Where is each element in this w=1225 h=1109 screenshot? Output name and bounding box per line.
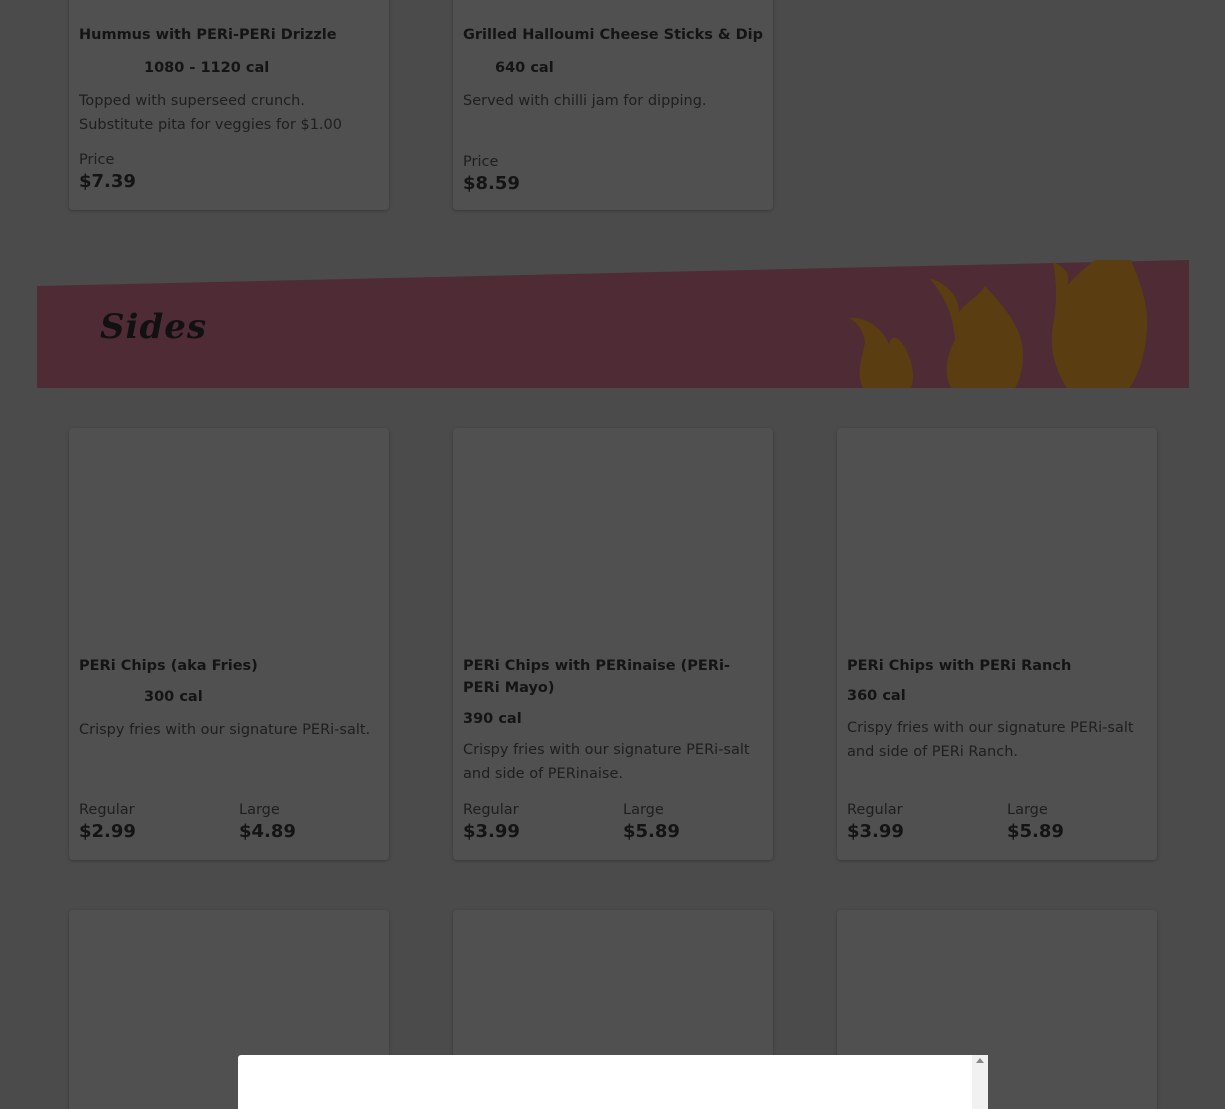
menu-card-halloumi[interactable]: Grilled Halloumi Cheese Sticks & Dip 640… [453,0,773,210]
menu-card-peri-chips-perinaise[interactable]: PERi Chips with PERinaise (PERi-PERi May… [453,428,773,860]
large-price-label: Large [239,802,280,818]
price-value: $8.59 [463,173,520,194]
large-price-label: Large [623,802,664,818]
regular-price-value: $3.99 [463,821,520,842]
large-price-value: $5.89 [623,821,680,842]
item-description: Crispy fries with our signature PERi-sal… [79,722,371,738]
item-description: Crispy fries with our signature PERi-sal… [463,742,750,782]
item-calories: 300 cal [144,689,203,705]
item-name: PERi Chips (aka Fries) [79,658,258,674]
regular-price-label: Regular [79,802,135,818]
price-value: $7.39 [79,171,136,192]
large-price-label: Large [1007,802,1048,818]
modal-scrollbar[interactable] [972,1055,988,1109]
menu-card-peri-chips-ranch[interactable]: PERi Chips with PERi Ranch 360 cal Crisp… [837,428,1157,860]
item-name: Grilled Halloumi Cheese Sticks & Dip [463,27,763,43]
item-description: Crispy fries with our signature PERi-sal… [847,720,1134,760]
item-name: Hummus with PERi-PERi Drizzle [79,27,337,43]
item-calories: 360 cal [847,688,906,704]
large-price-value: $5.89 [1007,821,1064,842]
item-calories: 640 cal [495,60,554,76]
price-label: Price [79,152,115,168]
sides-section-banner [37,260,1189,388]
regular-price-value: $2.99 [79,821,136,842]
menu-card-peri-chips[interactable]: PERi Chips (aka Fries) 300 cal Crispy fr… [69,428,389,860]
scroll-up-arrow-icon[interactable] [976,1058,984,1063]
price-label: Price [463,154,499,170]
item-calories: 390 cal [463,711,522,727]
large-price-value: $4.89 [239,821,296,842]
item-calories: 1080 - 1120 cal [144,60,270,76]
item-name: PERi Chips with PERinaise (PERi-PERi May… [463,658,730,696]
regular-price-label: Regular [463,802,519,818]
banner-background [37,260,1189,388]
menu-card-hummus[interactable]: Hummus with PERi-PERi Drizzle 1080 - 112… [69,0,389,210]
regular-price-label: Regular [847,802,903,818]
item-description: Served with chilli jam for dipping. [463,93,707,109]
modal-dialog[interactable] [238,1055,988,1109]
item-description: Topped with superseed crunch. Substitute… [79,93,342,133]
item-name: PERi Chips with PERi Ranch [847,658,1072,674]
sides-section-title: Sides [100,307,208,347]
regular-price-value: $3.99 [847,821,904,842]
